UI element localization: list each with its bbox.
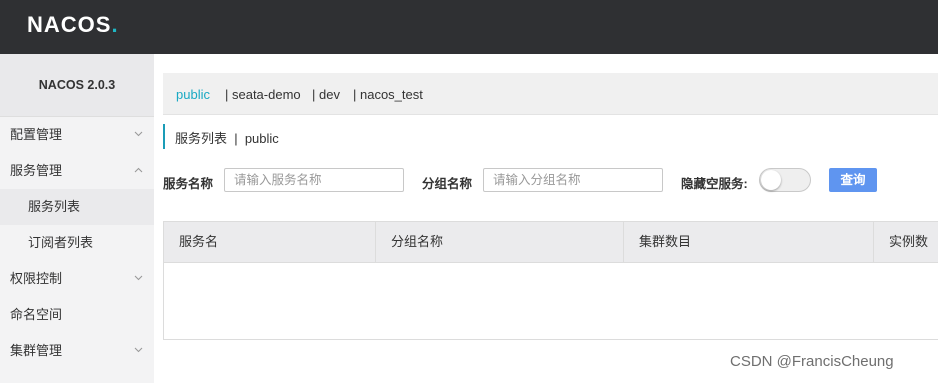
sidebar-item-label: 权限控制	[10, 271, 63, 286]
table-header: 服务名 分组名称 集群数目 实例数	[164, 222, 938, 263]
chevron-down-icon	[134, 117, 144, 153]
hide-empty-services-label: 隐藏空服务:	[681, 177, 748, 191]
chevron-down-icon	[134, 333, 144, 369]
tab-dev[interactable]: | dev	[312, 73, 340, 116]
sidebar-item-service-list[interactable]: 服务列表	[0, 189, 154, 225]
top-bar: NACOS.	[0, 0, 938, 54]
tab-public[interactable]: public	[176, 73, 210, 116]
namespace-tabs: public | seata-demo | dev | nacos_test	[163, 73, 938, 115]
logo-dot: .	[111, 12, 119, 37]
group-name-label: 分组名称	[422, 177, 473, 191]
sidebar-item-label: 命名空间	[10, 307, 63, 322]
query-button[interactable]: 查询	[829, 168, 877, 192]
chevron-up-icon	[134, 153, 144, 189]
watermark: CSDN @FrancisCheung	[730, 353, 894, 370]
sidebar-item-label: 集群管理	[10, 343, 63, 358]
sidebar-item-label: 订阅者列表	[28, 235, 94, 250]
column-header-group-name[interactable]: 分组名称	[376, 222, 624, 262]
tab-seata-demo[interactable]: | seata-demo	[225, 73, 301, 116]
hide-empty-services-toggle[interactable]	[759, 168, 811, 192]
service-name-label: 服务名称	[163, 177, 214, 191]
sidebar-item-label: 配置管理	[10, 127, 63, 142]
sidebar-item-service-management[interactable]: 服务管理	[0, 153, 154, 189]
group-name-input[interactable]	[483, 168, 663, 192]
breadcrumb: 服务列表 | public	[163, 124, 279, 149]
sidebar-item-cluster-management[interactable]: 集群管理	[0, 333, 154, 369]
sidebar: NACOS 2.0.3 配置管理 服务管理 服务列表 订阅者列表 权限控制 命名…	[0, 54, 154, 383]
tab-nacos-test[interactable]: | nacos_test	[353, 73, 423, 116]
sidebar-item-namespace[interactable]: 命名空间	[0, 297, 154, 333]
logo-text: NACOS	[27, 12, 112, 37]
toggle-knob	[761, 170, 781, 190]
sidebar-item-label: 服务管理	[10, 163, 63, 178]
column-header-cluster-count[interactable]: 集群数目	[624, 222, 874, 262]
sidebar-item-access-control[interactable]: 权限控制	[0, 261, 154, 297]
chevron-down-icon	[134, 261, 144, 297]
column-header-instance-count[interactable]: 实例数	[874, 222, 938, 262]
sidebar-item-config-management[interactable]: 配置管理	[0, 117, 154, 153]
sidebar-item-label: 服务列表	[28, 199, 81, 214]
version-label: NACOS 2.0.3	[0, 54, 154, 117]
sidebar-item-subscriber-list[interactable]: 订阅者列表	[0, 225, 154, 261]
service-table: 服务名 分组名称 集群数目 实例数	[163, 221, 938, 340]
column-header-service-name[interactable]: 服务名	[164, 222, 376, 262]
nacos-logo[interactable]: NACOS.	[27, 12, 119, 38]
service-name-input[interactable]	[224, 168, 404, 192]
